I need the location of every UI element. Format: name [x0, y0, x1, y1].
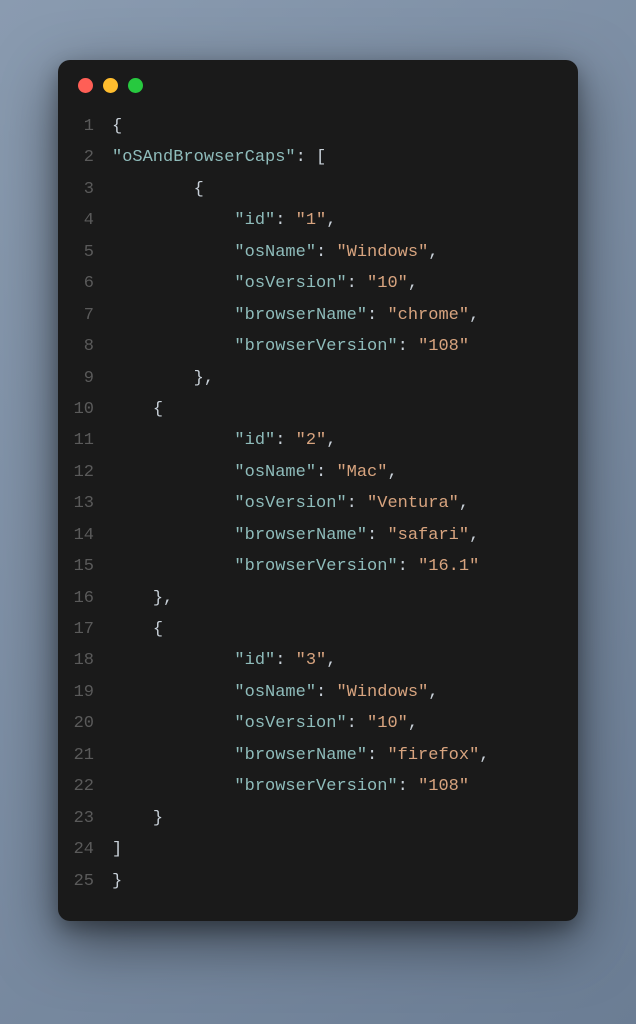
code-line[interactable]: "osVersion": "10", [112, 268, 558, 299]
code-line[interactable]: } [112, 803, 558, 834]
code-line[interactable]: { [112, 174, 558, 205]
code-line[interactable]: "browserVersion": "16.1" [112, 551, 558, 582]
minimize-icon[interactable] [103, 78, 118, 93]
line-number: 17 [72, 614, 94, 645]
line-number: 19 [72, 677, 94, 708]
code-content[interactable]: {"oSAndBrowserCaps": [ { "id": "1", "osN… [112, 111, 578, 897]
code-area[interactable]: 1234567891011121314151617181920212223242… [58, 101, 578, 921]
code-line[interactable]: "osName": "Windows", [112, 677, 558, 708]
line-number: 12 [72, 457, 94, 488]
code-line[interactable]: { [112, 111, 558, 142]
line-number: 23 [72, 803, 94, 834]
code-line[interactable]: "osName": "Windows", [112, 237, 558, 268]
line-number: 6 [72, 268, 94, 299]
line-number: 13 [72, 488, 94, 519]
code-line[interactable]: }, [112, 363, 558, 394]
code-line[interactable]: { [112, 394, 558, 425]
line-number: 1 [72, 111, 94, 142]
code-editor-window: 1234567891011121314151617181920212223242… [58, 60, 578, 921]
line-number: 14 [72, 520, 94, 551]
code-line[interactable]: }, [112, 583, 558, 614]
code-line[interactable]: "osName": "Mac", [112, 457, 558, 488]
code-line[interactable]: { [112, 614, 558, 645]
code-line[interactable]: "id": "2", [112, 425, 558, 456]
line-number: 24 [72, 834, 94, 865]
line-number: 9 [72, 363, 94, 394]
line-number: 20 [72, 708, 94, 739]
line-number: 2 [72, 142, 94, 173]
code-line[interactable]: "id": "1", [112, 205, 558, 236]
code-line[interactable]: "osVersion": "10", [112, 708, 558, 739]
line-number: 7 [72, 300, 94, 331]
line-number: 8 [72, 331, 94, 362]
line-number: 4 [72, 205, 94, 236]
code-line[interactable]: ] [112, 834, 558, 865]
code-line[interactable]: "browserVersion": "108" [112, 331, 558, 362]
line-number: 3 [72, 174, 94, 205]
code-line[interactable]: "browserVersion": "108" [112, 771, 558, 802]
code-line[interactable]: "id": "3", [112, 645, 558, 676]
line-number: 22 [72, 771, 94, 802]
line-number: 21 [72, 740, 94, 771]
line-number: 15 [72, 551, 94, 582]
code-line[interactable]: "browserName": "firefox", [112, 740, 558, 771]
close-icon[interactable] [78, 78, 93, 93]
line-number: 18 [72, 645, 94, 676]
code-line[interactable]: "osVersion": "Ventura", [112, 488, 558, 519]
code-line[interactable]: } [112, 866, 558, 897]
line-number: 16 [72, 583, 94, 614]
maximize-icon[interactable] [128, 78, 143, 93]
line-number: 10 [72, 394, 94, 425]
line-number: 25 [72, 866, 94, 897]
code-line[interactable]: "browserName": "safari", [112, 520, 558, 551]
title-bar [58, 60, 578, 101]
code-line[interactable]: "oSAndBrowserCaps": [ [112, 142, 558, 173]
line-number: 11 [72, 425, 94, 456]
gutter: 1234567891011121314151617181920212223242… [58, 111, 112, 897]
code-line[interactable]: "browserName": "chrome", [112, 300, 558, 331]
line-number: 5 [72, 237, 94, 268]
